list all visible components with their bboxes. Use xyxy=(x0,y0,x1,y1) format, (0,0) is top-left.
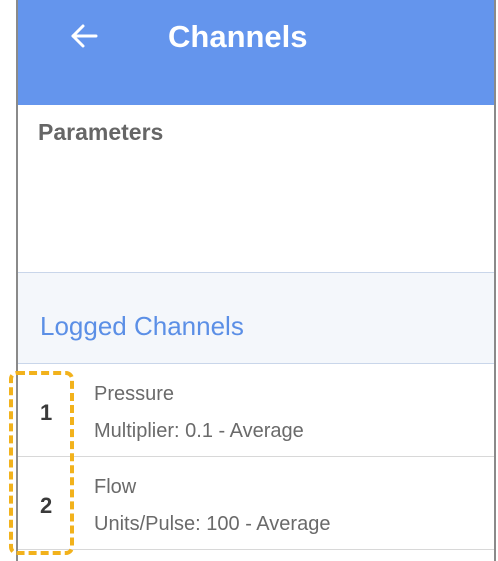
channel-detail: Units/Pulse: 100 - Average xyxy=(94,513,331,535)
app-bar: Channels xyxy=(18,0,494,105)
channel-detail: Multiplier: 0.1 - Average xyxy=(94,420,304,442)
logged-channels-header: Logged Channels xyxy=(18,273,494,364)
app-screen: Channels Parameters Logged Channels 1 Pr… xyxy=(16,0,496,561)
channel-row-flow[interactable]: 2 Flow Units/Pulse: 100 - Average xyxy=(18,457,494,550)
channel-number: 2 xyxy=(40,493,53,518)
logged-channels-heading: Logged Channels xyxy=(40,311,244,341)
parameters-heading: Parameters xyxy=(38,119,164,145)
channel-name: Flow xyxy=(94,476,137,498)
channel-name: Pressure xyxy=(94,383,175,405)
arrow-left-icon[interactable] xyxy=(68,20,100,52)
channel-row-pressure[interactable]: 1 Pressure Multiplier: 0.1 - Average xyxy=(18,364,494,457)
page-title: Channels xyxy=(168,19,308,54)
channel-number: 1 xyxy=(40,400,53,425)
parameters-section: Parameters xyxy=(18,105,494,273)
